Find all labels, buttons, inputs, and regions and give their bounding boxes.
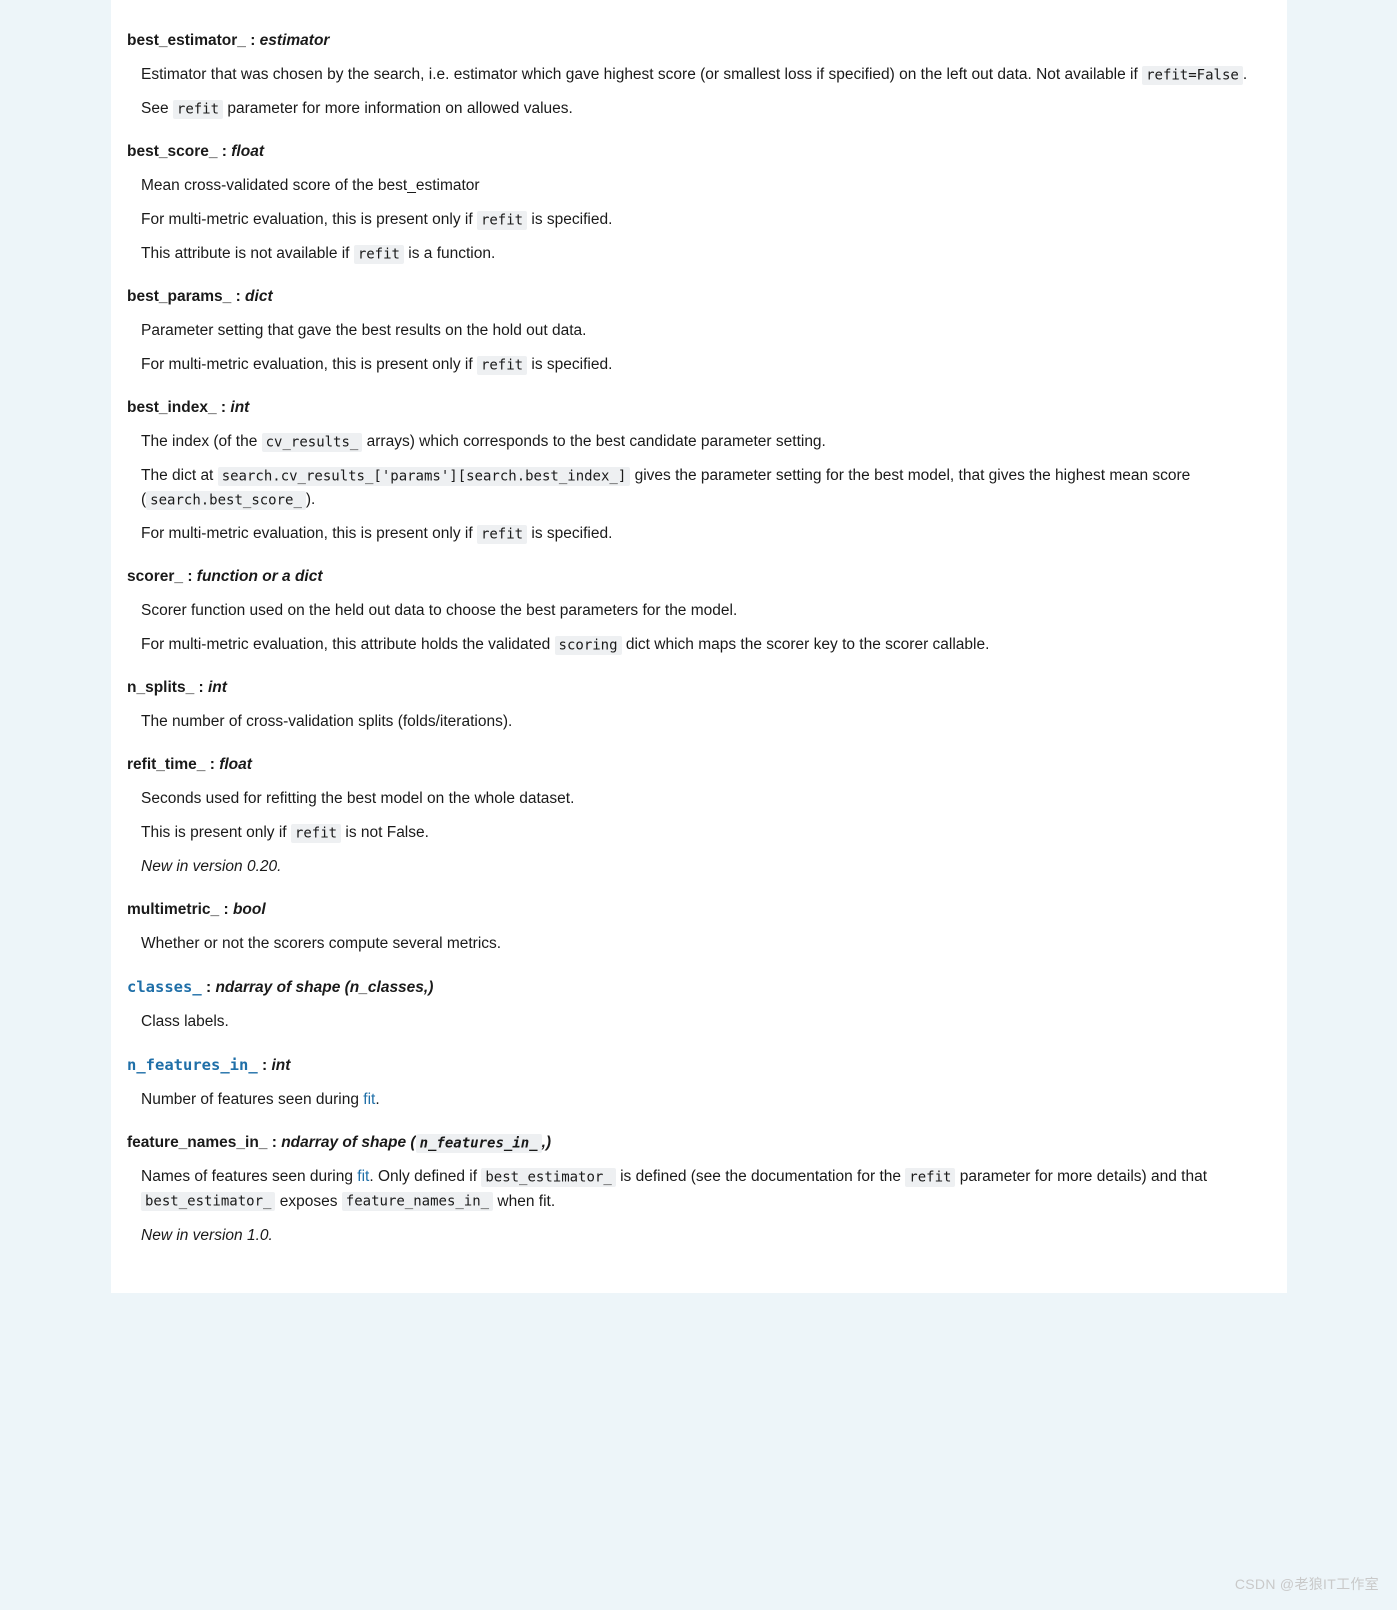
- attr-desc: Estimator that was chosen by the search,…: [141, 63, 1287, 121]
- attr-desc: Scorer function used on the held out dat…: [141, 599, 1287, 657]
- fit-link[interactable]: fit: [363, 1091, 375, 1108]
- attr-desc: The index (of the cv_results_ arrays) wh…: [141, 430, 1287, 546]
- attr-desc: Parameter setting that gave the best res…: [141, 319, 1287, 377]
- n-features-in-link[interactable]: n_features_in_: [127, 1057, 258, 1074]
- attr-desc: Mean cross-validated score of the best_e…: [141, 174, 1287, 266]
- attr-desc: Number of features seen during fit.: [141, 1088, 1287, 1112]
- version-note: New in version 1.0.: [141, 1224, 1287, 1248]
- attr-desc: Class labels.: [141, 1010, 1287, 1034]
- attr-n-features-in: n_features_in_ : int: [127, 1053, 1287, 1078]
- attr-best-params: best_params_ : dict: [127, 285, 1287, 309]
- version-note: New in version 0.20.: [141, 855, 1287, 879]
- attr-desc: The number of cross-validation splits (f…: [141, 710, 1287, 734]
- attr-best-estimator: best_estimator_ : estimator: [127, 29, 1287, 53]
- attr-classes: classes_ : ndarray of shape (n_classes,): [127, 975, 1287, 1000]
- attr-best-score: best_score_ : float: [127, 140, 1287, 164]
- attr-desc: Names of features seen during fit. Only …: [141, 1165, 1287, 1247]
- attr-multimetric: multimetric_ : bool: [127, 898, 1287, 922]
- attr-scorer: scorer_ : function or a dict: [127, 565, 1287, 589]
- attr-desc: Seconds used for refitting the best mode…: [141, 787, 1287, 879]
- attr-n-splits: n_splits_ : int: [127, 676, 1287, 700]
- classes-link[interactable]: classes_: [127, 979, 202, 996]
- attr-refit-time: refit_time_ : float: [127, 753, 1287, 777]
- watermark: CSDN @老狼IT工作室: [1235, 1574, 1379, 1596]
- fit-link[interactable]: fit: [357, 1168, 369, 1185]
- attr-feature-names-in: feature_names_in_ : ndarray of shape (n_…: [127, 1131, 1287, 1155]
- attr-best-index: best_index_ : int: [127, 396, 1287, 420]
- attr-desc: Whether or not the scorers compute sever…: [141, 932, 1287, 956]
